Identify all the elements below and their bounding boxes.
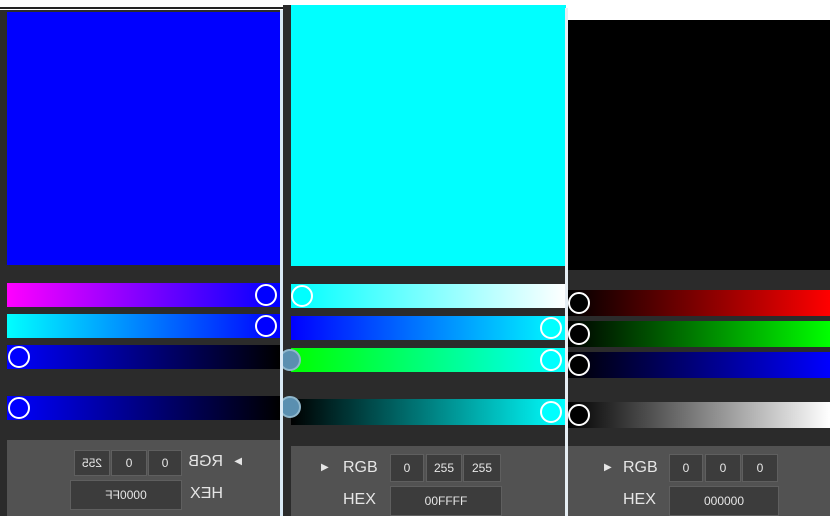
color-preview-swatch	[291, 5, 566, 266]
brightness-slider-track[interactable]	[291, 399, 566, 425]
red-value-field[interactable]: 0	[669, 454, 703, 482]
color-picker-panel-1: ▶ RGB 0 0 255 HEX 0000FF	[0, 0, 283, 516]
hex-value-field[interactable]: 00FFFF	[390, 486, 502, 516]
brightness-slider-handle[interactable]	[540, 401, 562, 423]
brightness-slider-track[interactable]	[7, 396, 280, 420]
green-slider-handle[interactable]	[255, 315, 277, 337]
green-slider-track[interactable]	[7, 314, 280, 338]
red-value-field[interactable]: 0	[148, 450, 182, 476]
blue-value-field[interactable]: 255	[463, 454, 501, 482]
green-value-field[interactable]: 0	[705, 454, 741, 482]
red-value-field[interactable]: 0	[390, 454, 424, 482]
green-slider-track[interactable]	[568, 321, 830, 347]
top-gap	[568, 0, 830, 20]
mirrored-controls: ▶ RGB 0 0 255 HEX 0000FF	[7, 440, 280, 516]
color-picker-panel-2: ▶ RGB 0 255 255 HEX 00FFFF	[283, 0, 566, 516]
color-picker-panel-3: ▶ RGB 0 0 0 HEX 000000	[568, 0, 830, 516]
hex-label: HEX	[623, 491, 656, 508]
blue-slider-track[interactable]	[568, 352, 830, 378]
expand-triangle-icon[interactable]: ▶	[321, 462, 329, 474]
brightness-slider-handle[interactable]	[568, 404, 590, 426]
hex-label: HEX	[343, 491, 376, 508]
blue-value-field[interactable]: 255	[74, 450, 110, 476]
green-slider-handle[interactable]	[568, 323, 590, 345]
footer: ▶ RGB 0 0 255 HEX 0000FF	[7, 440, 280, 516]
red-slider-handle[interactable]	[291, 285, 313, 307]
red-slider-handle[interactable]	[568, 292, 590, 314]
hex-label: HEX	[190, 485, 223, 502]
expand-triangle-icon[interactable]: ▶	[234, 456, 242, 468]
green-slider-handle[interactable]	[540, 317, 562, 339]
blue-slider-handle[interactable]	[568, 354, 590, 376]
rgb-mode-label[interactable]: RGB	[343, 458, 378, 478]
red-slider-track[interactable]	[568, 290, 830, 316]
blue-value-field[interactable]: 0	[742, 454, 778, 482]
green-slider-track[interactable]	[291, 316, 566, 340]
top-divider-line	[0, 7, 283, 9]
blue-slider-track[interactable]	[291, 348, 566, 372]
red-slider-track[interactable]	[291, 284, 566, 308]
hex-value-field[interactable]: 000000	[669, 486, 779, 516]
footer: ▶ RGB 0 0 0 HEX 000000	[568, 446, 830, 516]
rgb-mode-label[interactable]: RGB	[623, 458, 658, 478]
color-preview-swatch	[7, 12, 280, 265]
footer: ▶ RGB 0 255 255 HEX 00FFFF	[291, 446, 566, 516]
rgb-mode-label[interactable]: RGB	[188, 452, 223, 472]
red-slider-track[interactable]	[7, 283, 280, 307]
blue-slider-handle[interactable]	[540, 349, 562, 371]
red-slider-handle[interactable]	[255, 284, 277, 306]
brightness-slider-track[interactable]	[568, 402, 830, 428]
expand-triangle-icon[interactable]: ▶	[604, 462, 612, 474]
green-value-field[interactable]: 255	[426, 454, 462, 482]
blue-slider-handle[interactable]	[8, 346, 30, 368]
color-preview-swatch	[568, 20, 830, 270]
brightness-slider-handle[interactable]	[8, 397, 30, 419]
hex-value-field[interactable]: 0000FF	[70, 480, 182, 510]
blue-slider-track[interactable]	[7, 345, 280, 369]
green-value-field[interactable]: 0	[111, 450, 147, 476]
